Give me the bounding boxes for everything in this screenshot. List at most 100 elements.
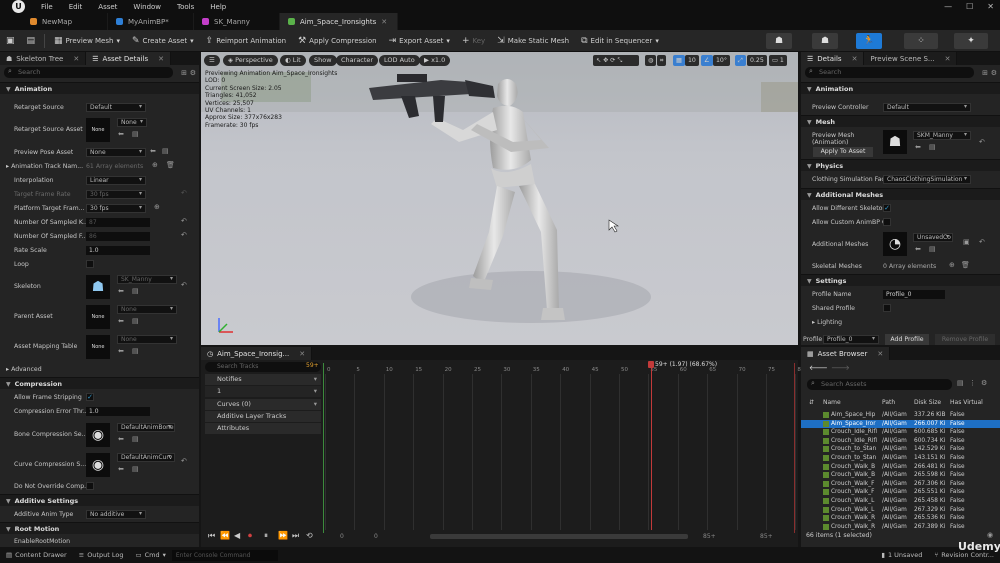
previous-frame-icon[interactable]: ⏪ [220, 531, 230, 540]
range-start-value[interactable]: 0 [340, 533, 344, 540]
angle-snap-value[interactable]: 10° [713, 55, 730, 66]
remove-profile-button[interactable]: Remove Profile [935, 334, 995, 345]
lod-button[interactable]: LOD Auto [379, 55, 420, 66]
asset-row[interactable]: Crouch_Walk_F/All/Gam 267.306 Ki False [801, 480, 1000, 488]
asset-row[interactable]: Aim_Space_Hip/All/Gam 337.26 KiB False [801, 411, 1000, 419]
surface-snap-button[interactable]: ⌗ [657, 55, 667, 66]
play-reverse-icon[interactable]: ◀ [234, 531, 240, 540]
menu-help[interactable]: Help [202, 3, 234, 11]
browse-button[interactable]: ▤ [21, 30, 42, 52]
viewport-menu-button[interactable]: ☰ [204, 55, 220, 66]
asset-mapping-thumbnail[interactable]: None [86, 335, 110, 359]
asset-row[interactable]: Crouch_Walk_F/All/Gam 265.551 Ki False [801, 488, 1000, 496]
asset-row[interactable]: Crouch_Idle_Rifl/All/Gam 600.685 Ki False [801, 428, 1000, 436]
skip-to-end-icon[interactable]: ⏭ [292, 531, 299, 541]
close-tab-icon[interactable]: ✕ [73, 55, 79, 63]
bone-compression-thumbnail-icon[interactable]: ◉ [86, 423, 110, 447]
maximize-icon[interactable]: ☐ [966, 0, 973, 13]
compression-error-field[interactable]: 1.0 [86, 407, 150, 416]
additional-meshes-combo[interactable]: UnsavedCo [913, 233, 953, 242]
asset-row[interactable]: Crouch_Walk_L/All/Gam 265.458 Ki False [801, 497, 1000, 505]
next-frame-icon[interactable]: ⏩ [278, 531, 288, 540]
apply-to-asset-button[interactable]: Apply To Asset [813, 147, 873, 157]
asset-row[interactable]: Crouch_Idle_Rifl/All/Gam 600.734 Ki False [801, 437, 1000, 445]
additive-anim-type-combo[interactable]: No additive [86, 510, 146, 519]
col-name[interactable]: Name [823, 398, 841, 408]
asset-row[interactable]: Crouch_Walk_L/All/Gam 267.329 Ki False [801, 506, 1000, 514]
reimport-animation-button[interactable]: ⇪ Reimport Animation [200, 30, 292, 52]
retarget-asset-thumbnail[interactable]: None [86, 118, 110, 142]
blueprint-mode-button[interactable]: ⁘ [904, 33, 938, 49]
reset-icon[interactable]: ↶ [979, 138, 985, 146]
physics-mode-button[interactable]: ✦ [954, 33, 988, 49]
rate-scale-field[interactable]: 1.0 [86, 246, 150, 255]
range-end-value[interactable]: 85+ [760, 533, 773, 540]
settings-icon[interactable]: ⚙ [991, 69, 997, 77]
col-disk-size[interactable]: Disk Size [914, 398, 941, 408]
profile-name-field[interactable]: Profile_0 [883, 290, 945, 299]
tab-sk-manny[interactable]: SK_Manny [194, 13, 280, 30]
track-notifies[interactable]: Notifies ▾ [205, 374, 321, 385]
tab-details[interactable]: ☰ Details ✕ [801, 52, 865, 65]
tab-asset-details[interactable]: ☰ Asset Details ✕ [86, 52, 172, 65]
col-has-virtual[interactable]: Has Virtual [950, 398, 983, 408]
transform-tools[interactable]: ↖ ✥ ⟳ ⤡ [593, 55, 639, 66]
pause-icon[interactable]: ⏸ [264, 531, 268, 541]
platform-target-combo[interactable]: 30 fps [86, 204, 146, 213]
animation-mode-button[interactable]: 🏃 [856, 33, 882, 49]
console-input[interactable]: Enter Console Command [171, 549, 278, 561]
asset-row[interactable]: Crouch_Walk_R/All/Gam 267.389 Ki False [801, 523, 1000, 531]
menu-edit[interactable]: Edit [61, 3, 91, 11]
animation-viewport[interactable]: ☰ ◈ Perspective ◐ Lit Show Character LOD… [201, 52, 798, 345]
browse-icon[interactable]: ▤ [132, 347, 139, 355]
scale-snap-value[interactable]: 0.25 [747, 55, 767, 66]
curve-compression-combo[interactable]: DefaultAnimCurv [117, 453, 175, 462]
loop-checkbox[interactable] [86, 260, 94, 268]
asset-row[interactable]: Crouch_Walk_R/All/Gam 265.536 Ki False [801, 514, 1000, 522]
output-log-button[interactable]: ≡ Output Log [73, 551, 130, 559]
browse-icon[interactable]: ▤ [132, 317, 139, 325]
tab-newmap[interactable]: NewMap [22, 13, 108, 30]
shared-profile-checkbox[interactable] [883, 304, 891, 312]
browse-icon[interactable]: ▤ [132, 435, 139, 443]
export-asset-button[interactable]: ⇥ Export Asset ▾ [383, 30, 456, 52]
loop-icon[interactable]: ⟲ [306, 531, 313, 540]
close-tab-icon[interactable]: ✕ [299, 350, 305, 358]
tab-preview-scene[interactable]: Preview Scene S... ✕ [864, 52, 958, 65]
retarget-source-combo[interactable]: Default [86, 103, 146, 112]
parent-asset-thumbnail[interactable]: None [86, 305, 110, 329]
retarget-asset-combo[interactable]: None [117, 118, 147, 127]
skip-to-start-icon[interactable]: ⏮ [208, 531, 215, 541]
view-end-value[interactable]: 85+ [703, 533, 716, 540]
reset-icon[interactable]: ↶ [181, 231, 187, 239]
folder-icon[interactable]: ▤ [957, 379, 964, 387]
section-mesh[interactable]: ▼ Mesh [801, 115, 1000, 127]
track-curves[interactable]: Curves (0) ▾ [205, 399, 321, 410]
track-search-input[interactable]: Search Tracks [205, 362, 321, 372]
menu-tools[interactable]: Tools [169, 3, 202, 11]
preview-controller-combo[interactable]: Default [883, 103, 971, 112]
details-search-input[interactable]: Search [805, 66, 974, 78]
reset-icon[interactable]: ↶ [181, 217, 187, 225]
reset-icon[interactable]: ↶ [181, 457, 187, 465]
menu-asset[interactable]: Asset [90, 3, 125, 11]
edit-in-sequencer-button[interactable]: ⧉ Edit in Sequencer ▾ [575, 30, 665, 52]
do-not-override-checkbox[interactable] [86, 482, 94, 490]
use-selected-icon[interactable]: ⬅ [118, 317, 124, 325]
add-icon[interactable]: ⊕ [154, 203, 160, 211]
browse-icon[interactable]: ▤ [132, 287, 139, 295]
camera-speed-button[interactable]: ▭ 1 [769, 55, 787, 66]
cmd-button[interactable]: ▭ Cmd ▾ [129, 551, 171, 559]
timeline-scrollbar[interactable] [430, 534, 688, 539]
allow-frame-stripping-checkbox[interactable]: ✓ [86, 393, 94, 401]
settings-icon[interactable]: ⚙ [190, 69, 196, 77]
asset-row[interactable]: Crouch_to_Stan/All/Gam 142.529 Ki False [801, 445, 1000, 453]
details-search-input[interactable]: Search [4, 66, 173, 78]
section-animation[interactable]: ▼ Animation [0, 82, 199, 94]
add-profile-button[interactable]: Add Profile [885, 334, 929, 345]
character-button[interactable]: Character [336, 55, 379, 66]
add-element-icon[interactable]: ⊕ [152, 161, 158, 169]
preview-pose-combo[interactable]: None [86, 148, 146, 157]
preview-mesh-thumbnail-icon[interactable]: ☗ [883, 130, 907, 154]
asset-row[interactable]: Crouch_Walk_B/All/Gam 265.598 Ki False [801, 471, 1000, 479]
